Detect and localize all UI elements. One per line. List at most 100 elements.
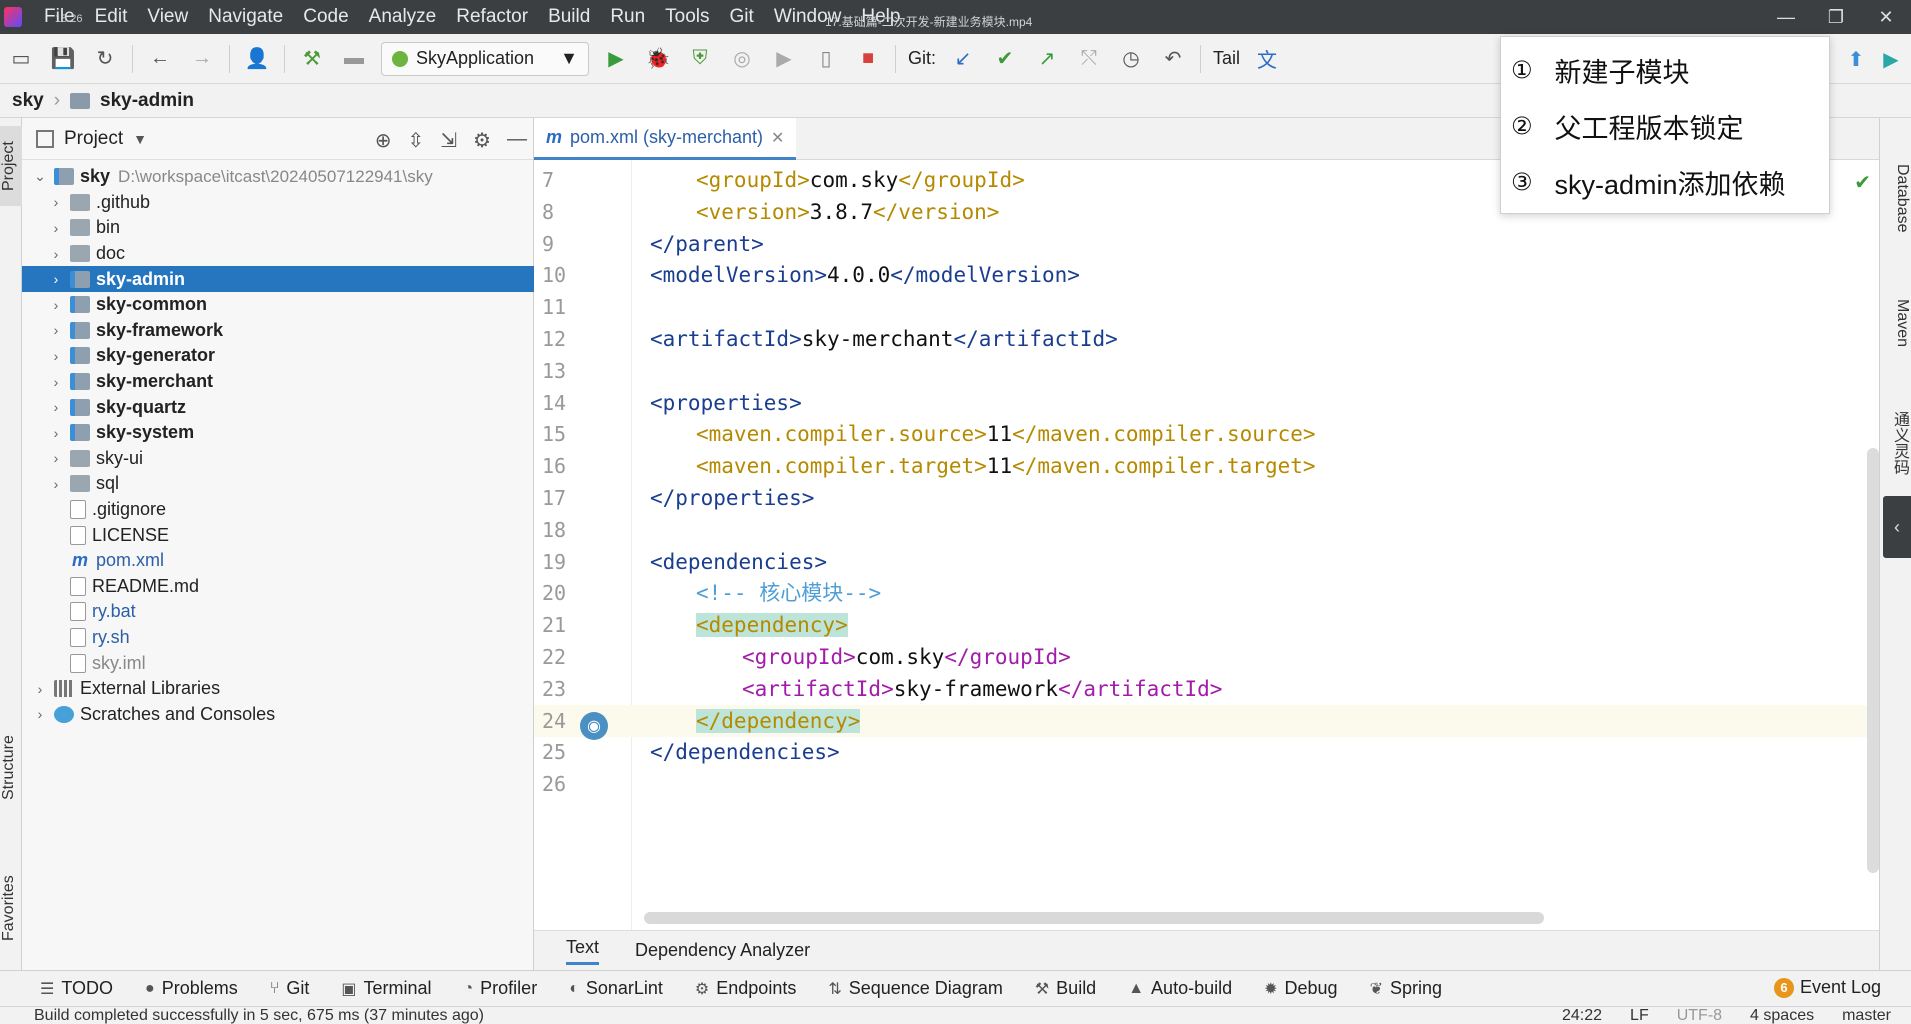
tab-dependency-analyzer[interactable]: Dependency Analyzer bbox=[635, 940, 810, 961]
run-config-dropdown[interactable]: SkyApplication ▼ bbox=[381, 41, 589, 76]
project-structure-icon[interactable]: ▬ bbox=[339, 44, 369, 74]
stop-icon[interactable]: ■ bbox=[853, 44, 883, 74]
menu-build[interactable]: Build bbox=[538, 6, 600, 28]
tree-item[interactable]: › sql bbox=[22, 471, 534, 497]
chevron-down-icon[interactable]: ⌄ bbox=[30, 168, 50, 185]
tree-item[interactable]: › sky-system bbox=[22, 420, 534, 446]
coverage-icon[interactable]: ⛨ bbox=[685, 44, 715, 74]
tree-item[interactable]: › External Libraries bbox=[22, 676, 534, 702]
tree-item[interactable]: › sky-common bbox=[22, 292, 534, 318]
project-title[interactable]: Project bbox=[64, 128, 123, 150]
toolwindow-sequence-diagram[interactable]: ⇅ Sequence Diagram bbox=[828, 978, 1003, 999]
tree-item[interactable]: › sky-merchant bbox=[22, 369, 534, 395]
menu-analyze[interactable]: Analyze bbox=[359, 6, 447, 28]
tree-item[interactable]: ry.bat bbox=[22, 599, 534, 625]
horizontal-scrollbar[interactable] bbox=[644, 912, 1544, 924]
tree-item[interactable]: › sky-admin bbox=[22, 266, 534, 292]
chevron-right-icon[interactable]: › bbox=[46, 322, 66, 338]
chevron-down-icon[interactable]: ▼ bbox=[133, 131, 147, 147]
attach-icon[interactable]: ▯ bbox=[811, 44, 841, 74]
close-icon[interactable]: ✕ bbox=[1861, 0, 1911, 34]
breadcrumb-module[interactable]: sky-admin bbox=[100, 90, 194, 112]
tree-item[interactable]: › .github bbox=[22, 190, 534, 216]
close-tab-icon[interactable]: ✕ bbox=[771, 128, 784, 148]
inspection-ok-icon[interactable]: ✔ bbox=[1854, 170, 1871, 195]
tab-text[interactable]: Text bbox=[566, 937, 600, 965]
open-folder-icon[interactable]: ▭ bbox=[6, 44, 36, 74]
rollback-icon[interactable]: ↶ bbox=[1158, 44, 1188, 74]
plugin-icon[interactable]: ▶ bbox=[1876, 44, 1906, 74]
tree-item[interactable]: .gitignore bbox=[22, 497, 534, 523]
chevron-right-icon[interactable]: › bbox=[46, 271, 66, 287]
expand-all-icon[interactable]: ⇳ bbox=[408, 128, 425, 153]
chevron-right-icon[interactable]: › bbox=[30, 681, 50, 697]
locate-icon[interactable]: ⊕ bbox=[375, 128, 392, 153]
menu-edit[interactable]: Edit bbox=[85, 6, 138, 28]
git-merge-icon[interactable]: ⤲ bbox=[1074, 44, 1104, 74]
breadcrumb-root[interactable]: sky bbox=[12, 90, 44, 112]
tree-item[interactable]: sky.iml bbox=[22, 650, 534, 676]
chevron-right-icon[interactable]: › bbox=[46, 246, 66, 262]
git-update-icon[interactable]: ↙ bbox=[948, 44, 978, 74]
line-separator[interactable]: LF bbox=[1630, 1007, 1649, 1024]
menu-view[interactable]: View bbox=[137, 6, 198, 28]
profile-icon[interactable]: ◎ bbox=[727, 44, 757, 74]
history-icon[interactable]: ◷ bbox=[1116, 44, 1146, 74]
user-icon[interactable]: 👤 bbox=[242, 44, 272, 74]
upload-icon[interactable]: ⬆ bbox=[1841, 44, 1871, 74]
debug-icon[interactable]: 🐞 bbox=[643, 44, 673, 74]
file-encoding[interactable]: UTF-8 bbox=[1677, 1007, 1722, 1024]
hide-icon[interactable]: — bbox=[507, 128, 527, 153]
favorites-stripe-button[interactable]: Favorites bbox=[0, 858, 22, 958]
chevron-right-icon[interactable]: › bbox=[46, 194, 66, 210]
toolwindow-spring[interactable]: ❦ Spring bbox=[1370, 978, 1442, 999]
run-more-icon[interactable]: ▶ bbox=[769, 44, 799, 74]
toolwindow-git[interactable]: ⑂ Git bbox=[270, 978, 310, 999]
toolwindow-auto-build[interactable]: ▲ Auto-build bbox=[1128, 978, 1232, 999]
tree-item[interactable]: m pom.xml bbox=[22, 548, 534, 574]
translate-icon[interactable]: 文 bbox=[1252, 44, 1282, 74]
tab-pom-xml[interactable]: m pom.xml (sky-merchant) ✕ bbox=[534, 118, 797, 160]
project-stripe-button[interactable]: Project bbox=[0, 126, 22, 206]
tree-item[interactable]: › sky-ui bbox=[22, 446, 534, 472]
menu-git[interactable]: Git bbox=[720, 6, 764, 28]
chevron-right-icon[interactable]: › bbox=[46, 297, 66, 313]
tree-item[interactable]: ⌄ sky D:\workspace\itcast\20240507122941\s… bbox=[22, 164, 534, 190]
minimize-icon[interactable]: — bbox=[1761, 0, 1811, 34]
menu-tools[interactable]: Tools bbox=[655, 6, 719, 28]
indent-setting[interactable]: 4 spaces bbox=[1750, 1007, 1814, 1024]
tree-item[interactable]: › bin bbox=[22, 215, 534, 241]
git-branch[interactable]: master bbox=[1842, 1007, 1891, 1024]
tail-button[interactable]: Tail bbox=[1213, 48, 1240, 69]
structure-stripe-button[interactable]: Structure bbox=[0, 718, 22, 818]
collapse-all-icon[interactable]: ⇲ bbox=[440, 128, 457, 153]
toolwindow-build[interactable]: ⚒ Build bbox=[1035, 978, 1096, 999]
toolwindow-profiler[interactable]: ◔ Profiler bbox=[464, 978, 538, 999]
git-push-icon[interactable]: ↗ bbox=[1032, 44, 1062, 74]
run-gutter-icon[interactable]: ◉ bbox=[580, 712, 608, 740]
git-commit-icon[interactable]: ✔ bbox=[990, 44, 1020, 74]
toolwindow-debug[interactable]: ✹ Debug bbox=[1264, 978, 1337, 999]
toolwindow-problems[interactable]: ● Problems bbox=[145, 978, 238, 999]
tongyi-stripe-button[interactable]: 通义灵码 bbox=[1881, 388, 1911, 498]
sync-icon[interactable]: ↻ bbox=[90, 44, 120, 74]
vertical-scrollbar[interactable] bbox=[1867, 448, 1879, 873]
tree-item[interactable]: README.md bbox=[22, 574, 534, 600]
chevron-right-icon[interactable]: › bbox=[30, 706, 50, 722]
collapse-panel-button[interactable]: ‹ bbox=[1883, 496, 1911, 558]
chevron-right-icon[interactable]: › bbox=[46, 399, 66, 415]
menu-code[interactable]: Code bbox=[293, 6, 358, 28]
tree-item[interactable]: › sky-framework bbox=[22, 318, 534, 344]
menu-navigate[interactable]: Navigate bbox=[198, 6, 293, 28]
back-icon[interactable]: ← bbox=[145, 44, 175, 74]
event-log-button[interactable]: 6 Event Log bbox=[1773, 977, 1881, 998]
toolwindow-endpoints[interactable]: ⚙ Endpoints bbox=[695, 978, 796, 999]
toolwindow-terminal[interactable]: ▣ Terminal bbox=[341, 978, 431, 999]
menu-run[interactable]: Run bbox=[600, 6, 655, 28]
forward-icon[interactable]: → bbox=[187, 44, 217, 74]
database-stripe-button[interactable]: Database bbox=[1881, 138, 1911, 258]
chevron-right-icon[interactable]: › bbox=[46, 220, 66, 236]
build-hammer-icon[interactable]: ⚒ bbox=[297, 44, 327, 74]
run-icon[interactable]: ▶ bbox=[601, 44, 631, 74]
tree-item[interactable]: › sky-quartz bbox=[22, 394, 534, 420]
